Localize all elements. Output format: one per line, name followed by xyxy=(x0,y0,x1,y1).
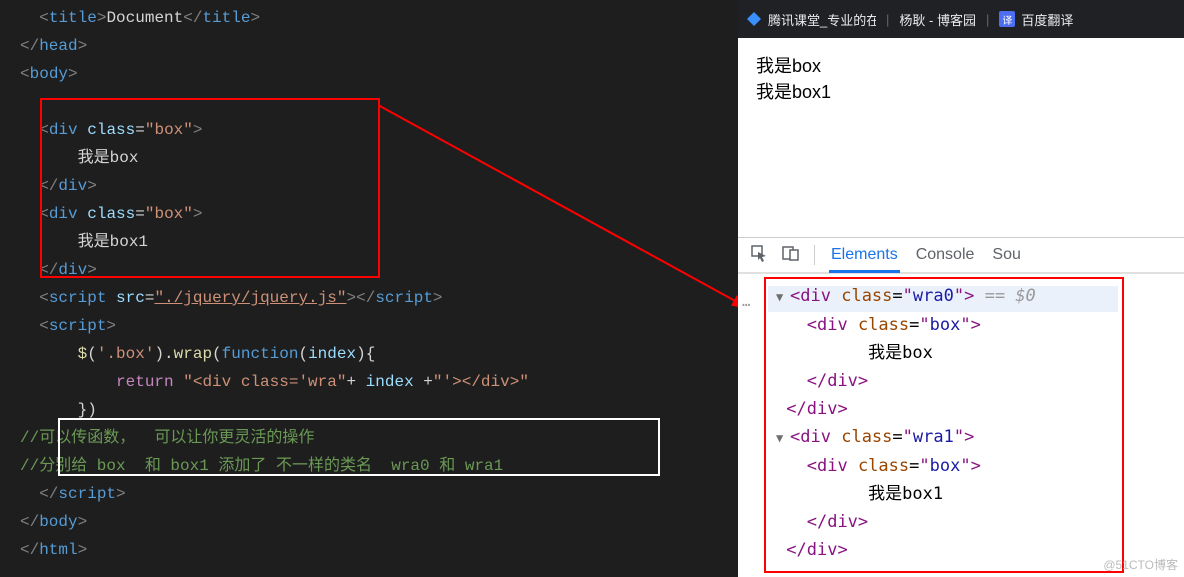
code-line: <div class="box"> xyxy=(20,116,738,144)
code-line: </div> xyxy=(20,256,738,284)
devtools-panel: Elements Console Sou … ▼<div class="wra0… xyxy=(738,237,1184,577)
page-text: 我是box xyxy=(756,53,1166,79)
code-comment: //分别给 box 和 box1 添加了 不一样的类名 wra0 和 wra1 xyxy=(20,452,738,480)
browser-panel: 腾讯课堂_专业的在... | 杨耿 - 博客园 | 译 百度翻译 我是box 我… xyxy=(738,0,1184,577)
code-line: <body> xyxy=(20,60,738,88)
dom-text[interactable]: 我是box xyxy=(776,339,1180,367)
browser-tab-bar: 腾讯课堂_专业的在... | 杨耿 - 博客园 | 译 百度翻译 xyxy=(738,0,1184,38)
browser-tab[interactable]: 杨耿 - 博客园 xyxy=(899,10,976,29)
dom-node[interactable]: </div> xyxy=(776,536,1180,564)
page-text: 我是box1 xyxy=(756,79,1166,105)
site-icon: 译 xyxy=(999,11,1015,27)
tab-label: 杨耿 - 博客园 xyxy=(899,10,976,29)
tab-label: 百度翻译 xyxy=(1021,10,1073,29)
dom-node[interactable]: </div> xyxy=(776,395,1180,423)
tab-label: 腾讯课堂_专业的在... xyxy=(768,10,876,29)
code-line: 我是box xyxy=(20,144,738,172)
devtools-elements-tree[interactable]: … ▼<div class="wra0"> == $0 <div class="… xyxy=(738,274,1184,568)
dom-node[interactable]: </div> xyxy=(776,367,1180,395)
browser-tab[interactable]: 腾讯课堂_专业的在... xyxy=(746,10,876,29)
code-line: <script> xyxy=(20,312,738,340)
devtools-toolbar: Elements Console Sou xyxy=(738,238,1184,274)
code-line: <script src="./jquery/jquery.js"></scrip… xyxy=(20,284,738,312)
dom-node[interactable]: </div> xyxy=(776,508,1180,536)
devtools-tab-console[interactable]: Console xyxy=(914,240,977,270)
code-line: </script> xyxy=(20,480,738,508)
devtools-tab-sources[interactable]: Sou xyxy=(990,240,1022,270)
tab-separator: | xyxy=(986,12,989,27)
code-line: </html> xyxy=(20,536,738,564)
code-line: return "<div class='wra"+ index +"'></di… xyxy=(20,368,738,396)
gutter-dots: … xyxy=(742,288,750,316)
code-editor[interactable]: <title>Document</title> </head> <body> <… xyxy=(0,0,738,577)
site-icon xyxy=(746,11,762,27)
code-line xyxy=(20,88,738,116)
code-line: </body> xyxy=(20,508,738,536)
code-line: $('.box').wrap(function(index){ xyxy=(20,340,738,368)
dom-node[interactable]: ▼<div class="wra0"> == $0 xyxy=(776,282,1180,311)
browser-tab[interactable]: 译 百度翻译 xyxy=(999,10,1073,29)
code-line: <title>Document</title> xyxy=(20,4,738,32)
code-line: </div> xyxy=(20,172,738,200)
page-body: 我是box 我是box1 xyxy=(738,38,1184,120)
device-toggle-icon[interactable] xyxy=(782,244,800,267)
code-comment: //可以传函数， 可以让你更灵活的操作 xyxy=(20,424,738,452)
dom-node[interactable]: <div class="box"> xyxy=(776,311,1180,339)
dom-node[interactable]: ▼<div class="wra1"> xyxy=(776,423,1180,452)
tab-separator: | xyxy=(886,12,889,27)
code-line: 我是box1 xyxy=(20,228,738,256)
dom-node[interactable]: <div class="box"> xyxy=(776,452,1180,480)
code-line: </head> xyxy=(20,32,738,60)
devtools-tab-elements[interactable]: Elements xyxy=(829,240,900,273)
dom-text[interactable]: 我是box1 xyxy=(776,480,1180,508)
code-line: }) xyxy=(20,396,738,424)
code-line: <div class="box"> xyxy=(20,200,738,228)
inspect-icon[interactable] xyxy=(750,244,768,267)
